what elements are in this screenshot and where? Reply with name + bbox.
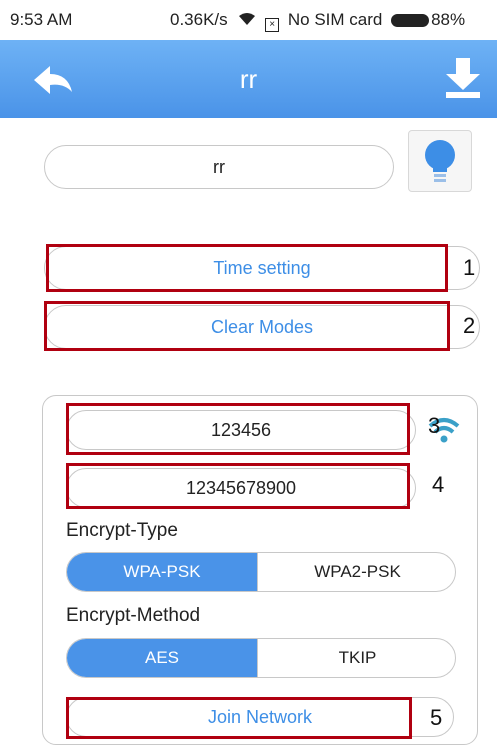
annotation-3: 3 <box>428 413 441 438</box>
encrypt-type-label: Encrypt-Type <box>66 520 178 541</box>
encrypt-method-selector: AES TKIP <box>66 638 456 678</box>
battery-icon <box>391 14 430 28</box>
download-icon[interactable] <box>440 54 486 102</box>
annotation-5: 5 <box>430 705 443 730</box>
encrypt-type-wpa-psk[interactable]: WPA-PSK <box>67 553 257 591</box>
encrypt-type-wpa2-psk[interactable]: WPA2-PSK <box>257 553 455 591</box>
sim-icon: × <box>265 18 280 32</box>
annotation-1: 1 <box>463 255 476 280</box>
encrypt-method-aes[interactable]: AES <box>67 639 257 677</box>
app-header: rr <box>0 40 497 118</box>
annotation-2: 2 <box>463 313 476 338</box>
ssid-field[interactable]: 123456 <box>66 410 416 450</box>
encrypt-method-tkip[interactable]: TKIP <box>257 639 455 677</box>
encrypt-type-selector: WPA-PSK WPA2-PSK <box>66 552 456 592</box>
status-right: 0.36K/s × No SIM card 88% <box>170 10 465 32</box>
time-setting-button[interactable]: Time setting <box>44 246 480 290</box>
wifi-status-icon <box>238 10 261 29</box>
battery-level: 88% <box>431 10 466 29</box>
annotation-4: 4 <box>432 472 445 497</box>
password-field[interactable]: 12345678900 <box>66 468 416 508</box>
clear-modes-button[interactable]: Clear Modes <box>44 305 480 349</box>
device-name-field[interactable]: rr <box>44 145 394 189</box>
page-title: rr <box>239 64 258 94</box>
encrypt-method-label: Encrypt-Method <box>66 605 201 626</box>
lightbulb-icon[interactable] <box>408 130 472 192</box>
status-time: 9:53 AM <box>10 10 73 29</box>
sim-status: No SIM card <box>287 10 383 29</box>
join-network-button[interactable]: Join Network <box>66 697 454 737</box>
status-bar: 9:53 AM 0.36K/s × No SIM card 88% <box>0 0 497 40</box>
network-speed: 0.36K/s <box>170 10 228 29</box>
